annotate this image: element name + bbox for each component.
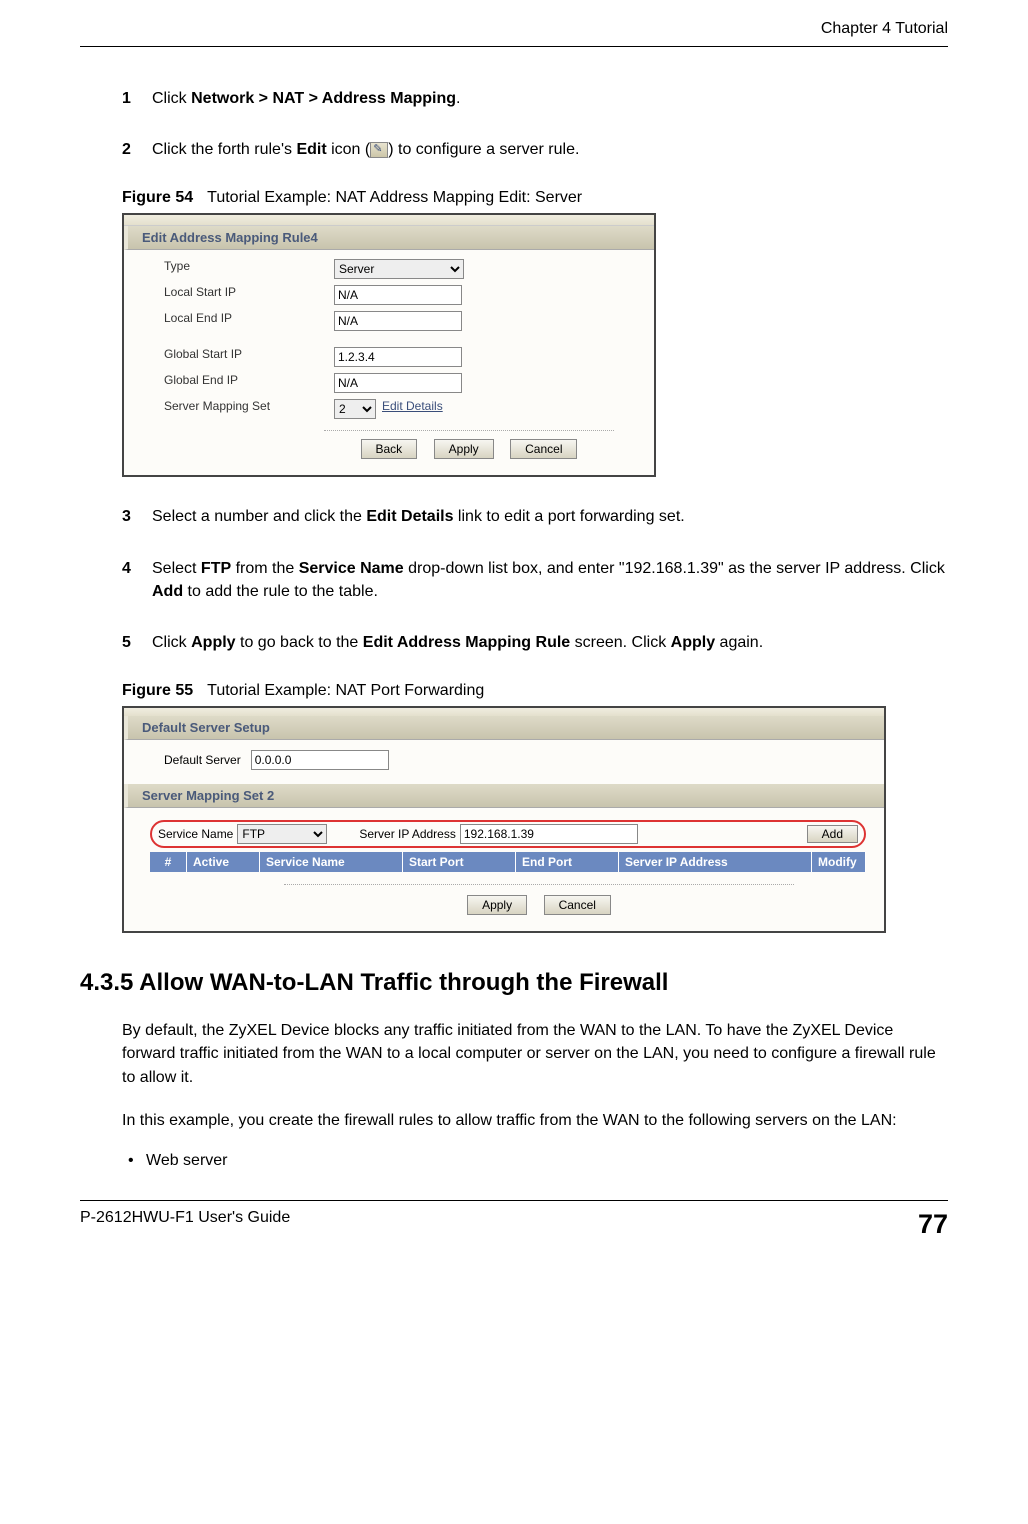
figure-title: Tutorial Example: NAT Port Forwarding — [207, 682, 484, 699]
service-name-label: Service Name — [158, 827, 233, 841]
figure-55-caption: Figure 55 Tutorial Example: NAT Port Forw… — [122, 682, 948, 700]
cancel-button[interactable]: Cancel — [544, 895, 611, 915]
service-name-select[interactable]: FTP — [237, 824, 327, 844]
page-footer: P-2612HWU-F1 User's Guide 77 — [80, 1200, 948, 1240]
footer-page-number: 77 — [918, 1209, 948, 1240]
step-text: Select a number and click the Edit Detai… — [152, 505, 948, 528]
text: to go back to the — [236, 634, 363, 651]
col-end-port: End Port — [516, 852, 619, 872]
server-mapping-set-label: Server Mapping Set — [164, 399, 334, 419]
paragraph: By default, the ZyXEL Device blocks any … — [122, 1019, 948, 1089]
local-start-ip-label: Local Start IP — [164, 285, 334, 305]
figure-title: Tutorial Example: NAT Address Mapping Ed… — [207, 189, 582, 206]
bullet-item: • Web server — [122, 1152, 948, 1170]
default-server-label: Default Server — [164, 753, 241, 767]
text: icon ( — [327, 141, 371, 158]
panel-header: Edit Address Mapping Rule4 — [124, 226, 654, 250]
step-1: 1 Click Network > NAT > Address Mapping. — [122, 87, 948, 110]
server-ip-label: Server IP Address — [359, 827, 456, 841]
col-start-port: Start Port — [403, 852, 516, 872]
section-heading: 4.3.5 Allow WAN-to-LAN Traffic through t… — [80, 969, 948, 997]
step-number: 1 — [122, 87, 152, 110]
step-text: Select FTP from the Service Name drop-do… — [152, 557, 948, 603]
step-number: 5 — [122, 631, 152, 654]
text-bold: Edit — [296, 141, 326, 158]
server-mapping-set-select[interactable]: 2 — [334, 399, 376, 419]
step-5: 5 Click Apply to go back to the Edit Add… — [122, 631, 948, 654]
server-ip-input[interactable] — [460, 824, 638, 844]
step-2: 2 Click the forth rule's Edit icon ( ) to… — [122, 138, 948, 161]
figure-label: Figure 55 — [122, 682, 193, 699]
text: Click — [152, 90, 191, 107]
col-active: Active — [187, 852, 260, 872]
cancel-button[interactable]: Cancel — [510, 439, 577, 459]
text: . — [456, 90, 460, 107]
figure-54-caption: Figure 54 Tutorial Example: NAT Address M… — [122, 189, 948, 207]
text: Select — [152, 560, 201, 577]
local-end-ip-input[interactable] — [334, 311, 462, 331]
page-header: Chapter 4 Tutorial — [80, 20, 948, 47]
text: screen. Click — [570, 634, 670, 651]
bullet-text: Web server — [146, 1152, 228, 1170]
type-select[interactable]: Server — [334, 259, 464, 279]
footer-guide-title: P-2612HWU-F1 User's Guide — [80, 1209, 290, 1240]
type-label: Type — [164, 259, 334, 279]
step-number: 3 — [122, 505, 152, 528]
text: from the — [231, 560, 299, 577]
step-number: 4 — [122, 557, 152, 603]
global-start-ip-label: Global Start IP — [164, 347, 334, 367]
back-button[interactable]: Back — [361, 439, 418, 459]
text-bold: Add — [152, 583, 183, 600]
col-service-name: Service Name — [260, 852, 403, 872]
chapter-title: Chapter 4 Tutorial — [821, 20, 948, 38]
global-end-ip-input[interactable] — [334, 373, 462, 393]
add-rule-row: Service Name FTP Server IP Address Add — [150, 820, 866, 848]
panel-header-mapping-set: Server Mapping Set 2 — [124, 784, 884, 808]
paragraph: In this example, you create the firewall… — [122, 1109, 948, 1132]
text: drop-down list box, and enter "192.168.1… — [404, 560, 945, 577]
edit-icon — [370, 142, 388, 158]
text: to add the rule to the table. — [183, 583, 378, 600]
text-bold: Network > NAT > Address Mapping — [191, 90, 456, 107]
local-start-ip-input[interactable] — [334, 285, 462, 305]
bullet-dot: • — [128, 1152, 146, 1170]
col-modify: Modify — [812, 852, 866, 872]
text: Click — [152, 634, 191, 651]
text-bold: Edit Details — [366, 508, 453, 525]
text-bold: Apply — [671, 634, 715, 651]
figure-label: Figure 54 — [122, 189, 193, 206]
col-hash: # — [150, 852, 187, 872]
default-server-input[interactable] — [251, 750, 389, 770]
text-bold: FTP — [201, 560, 231, 577]
local-end-ip-label: Local End IP — [164, 311, 334, 331]
step-3: 3 Select a number and click the Edit Det… — [122, 505, 948, 528]
text: again. — [715, 634, 763, 651]
text: Select a number and click the — [152, 508, 366, 525]
edit-details-link[interactable]: Edit Details — [382, 399, 443, 419]
apply-button[interactable]: Apply — [434, 439, 494, 459]
step-text: Click Apply to go back to the Edit Addre… — [152, 631, 948, 654]
text-bold: Edit Address Mapping Rule — [363, 634, 570, 651]
text: link to edit a port forwarding set. — [453, 508, 684, 525]
step-4: 4 Select FTP from the Service Name drop-… — [122, 557, 948, 603]
add-button[interactable]: Add — [807, 825, 858, 843]
text-bold: Service Name — [299, 560, 404, 577]
figure-54-screenshot: Edit Address Mapping Rule4 Type Server L… — [122, 213, 656, 477]
panel-header-default-server: Default Server Setup — [124, 716, 884, 740]
text: ) to configure a server rule. — [388, 141, 579, 158]
port-forwarding-table-header: # Active Service Name Start Port End Por… — [150, 852, 866, 872]
step-text: Click Network > NAT > Address Mapping. — [152, 87, 948, 110]
apply-button[interactable]: Apply — [467, 895, 527, 915]
text: Click the forth rule's — [152, 141, 296, 158]
text-bold: Apply — [191, 634, 235, 651]
step-text: Click the forth rule's Edit icon ( ) to c… — [152, 138, 948, 161]
step-number: 2 — [122, 138, 152, 161]
global-start-ip-input[interactable] — [334, 347, 462, 367]
global-end-ip-label: Global End IP — [164, 373, 334, 393]
col-server-ip: Server IP Address — [619, 852, 812, 872]
figure-55-screenshot: Default Server Setup Default Server Serv… — [122, 706, 886, 933]
